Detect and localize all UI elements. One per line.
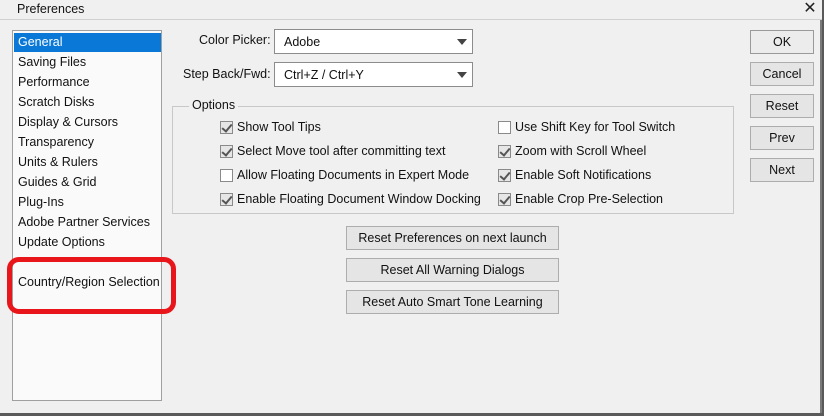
sidebar-item-guides-grid[interactable]: Guides & Grid (14, 173, 161, 192)
checkbox-label: Use Shift Key for Tool Switch (515, 120, 676, 134)
checkbox-label: Allow Floating Documents in Expert Mode (237, 168, 470, 182)
checkbox-box[interactable] (498, 145, 511, 158)
close-icon[interactable]: ✕ (802, 0, 818, 18)
step-back-label: Step Back/Fwd: (183, 67, 271, 81)
sidebar-item-update-options[interactable]: Update Options (14, 233, 161, 252)
category-list[interactable]: General Saving Files Performance Scratch… (12, 30, 162, 401)
checkbox-box[interactable] (498, 169, 511, 182)
checkbox-label: Enable Crop Pre-Selection (515, 192, 663, 206)
checkbox-label: Zoom with Scroll Wheel (515, 144, 647, 158)
reset-warning-dialogs-button[interactable]: Reset All Warning Dialogs (346, 258, 559, 282)
checkbox-box[interactable] (220, 193, 233, 206)
checkbox-box[interactable] (220, 145, 233, 158)
checkbox-box[interactable] (220, 121, 233, 134)
ok-button[interactable]: OK (750, 30, 814, 54)
sidebar-item-general[interactable]: General (14, 33, 161, 52)
chevron-down-icon (457, 39, 467, 45)
color-picker-value: Adobe (284, 35, 321, 49)
color-picker-label: Color Picker: (199, 33, 271, 47)
checkbox-label: Enable Floating Document Window Docking (237, 192, 481, 206)
checkbox-label: Enable Soft Notifications (515, 168, 652, 182)
checkbox-box[interactable] (498, 121, 511, 134)
checkbox-box[interactable] (498, 193, 511, 206)
sidebar-item-adobe-partner-services[interactable]: Adobe Partner Services (14, 213, 161, 232)
reset-smart-tone-button[interactable]: Reset Auto Smart Tone Learning (346, 290, 559, 314)
window-title: Preferences (17, 2, 85, 16)
checkbox-label: Select Move tool after committing text (237, 144, 446, 158)
sidebar-item-scratch-disks[interactable]: Scratch Disks (14, 93, 161, 112)
preferences-dialog: Preferences ✕ General Saving Files Perfo… (0, 0, 822, 413)
options-title: Options (189, 98, 239, 112)
chevron-down-icon (457, 72, 467, 78)
prev-button[interactable]: Prev (750, 126, 814, 150)
sidebar-item-transparency[interactable]: Transparency (14, 133, 161, 152)
step-back-value: Ctrl+Z / Ctrl+Y (284, 68, 364, 82)
step-back-dropdown[interactable]: Ctrl+Z / Ctrl+Y (274, 62, 473, 87)
title-bar: Preferences ✕ (0, 0, 822, 20)
sidebar-item-saving-files[interactable]: Saving Files (14, 53, 161, 72)
sidebar-item-units-rulers[interactable]: Units & Rulers (14, 153, 161, 172)
next-button[interactable]: Next (750, 158, 814, 182)
sidebar-item-performance[interactable]: Performance (14, 73, 161, 92)
color-picker-dropdown[interactable]: Adobe (274, 29, 473, 54)
highlight-annotation (7, 257, 176, 314)
reset-preferences-button[interactable]: Reset Preferences on next launch (346, 226, 559, 250)
sidebar-item-plug-ins[interactable]: Plug-Ins (14, 193, 161, 212)
cancel-button[interactable]: Cancel (750, 62, 814, 86)
checkbox-box[interactable] (220, 169, 233, 182)
reset-button[interactable]: Reset (750, 94, 814, 118)
checkbox-label: Show Tool Tips (237, 120, 321, 134)
sidebar-item-display-cursors[interactable]: Display & Cursors (14, 113, 161, 132)
